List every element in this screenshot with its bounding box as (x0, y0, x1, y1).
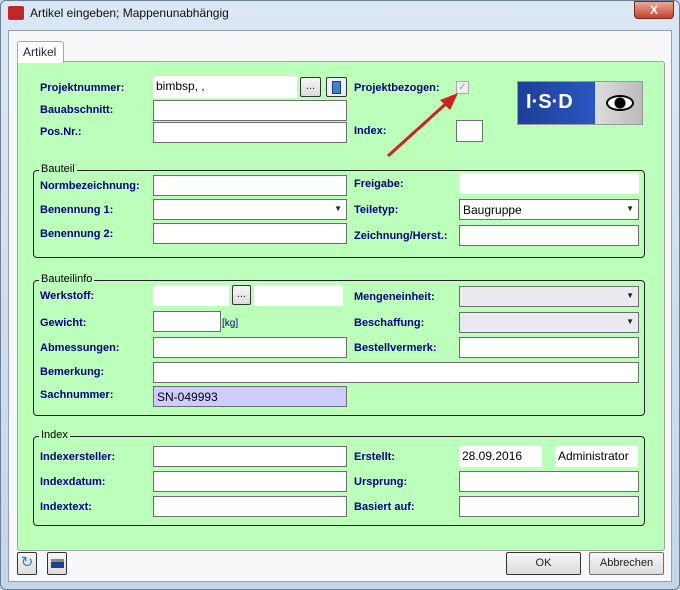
bemerkung-input[interactable] (153, 362, 639, 383)
red-arrow-annotation (386, 93, 458, 158)
erstellt-date: 28.09.2016 (459, 446, 542, 467)
indexersteller-label: Indexersteller: (40, 451, 116, 463)
indextext-input[interactable] (153, 496, 347, 517)
index-title: Index (39, 429, 70, 441)
erstellt-label: Erstellt: (354, 451, 395, 463)
posnr-label: Pos.Nr.: (40, 126, 82, 138)
bauteil-title: Bauteil (39, 163, 77, 175)
tab-artikel[interactable]: Artikel (17, 41, 64, 63)
printer-icon (50, 559, 64, 568)
basiert-input[interactable] (459, 496, 639, 517)
sachnummer-input[interactable]: SN-049993 (153, 386, 347, 407)
projekt-browse-button[interactable]: ... (300, 77, 321, 97)
cancel-button[interactable]: Abbrechen (589, 552, 664, 575)
posnr-input[interactable] (153, 122, 347, 143)
benennung1-combo[interactable] (153, 199, 347, 220)
werkstoff-description[interactable] (254, 285, 343, 306)
bestellvermerk-input[interactable] (459, 337, 639, 358)
beschaffung-label: Beschaffung: (354, 317, 425, 329)
book-icon (332, 81, 341, 94)
refresh-button[interactable]: ↻ (17, 552, 37, 575)
eye-icon (606, 95, 634, 111)
indextext-label: Indextext: (40, 501, 92, 513)
refresh-icon: ↻ (20, 554, 34, 571)
basiert-label: Basiert auf: (354, 501, 415, 513)
indexersteller-input[interactable] (153, 446, 347, 467)
bemerkung-label: Bemerkung: (40, 366, 105, 378)
ok-button[interactable]: OK (506, 552, 581, 575)
ursprung-input[interactable] (459, 471, 639, 492)
window-title: Artikel eingeben; Mappenunabhängig (30, 6, 229, 20)
app-icon (8, 6, 24, 20)
projekt-book-button[interactable] (326, 77, 347, 97)
bauabschnitt-label: Bauabschnitt: (40, 104, 114, 116)
indexdatum-label: Indexdatum: (40, 476, 106, 488)
isd-logo: I·S·D (517, 81, 643, 125)
beschaffung-combo[interactable] (459, 312, 639, 333)
mengeneinheit-label: Mengeneinheit: (354, 291, 435, 303)
sachnummer-label: Sachnummer: (40, 389, 114, 401)
bauteilinfo-title: Bauteilinfo (39, 273, 95, 285)
benennung1-label: Benennung 1: (40, 204, 114, 216)
werkstoff-browse-button[interactable]: ... (232, 285, 251, 305)
logo-text: I·S·D (526, 91, 573, 113)
mengeneinheit-combo[interactable] (459, 286, 639, 307)
freigabe-label: Freigabe: (354, 178, 404, 190)
print-button[interactable] (47, 552, 67, 575)
bauabschnitt-input[interactable] (153, 100, 347, 121)
zeichnung-input[interactable] (459, 225, 639, 246)
projektnummer-label: Projektnummer: (40, 82, 125, 94)
benennung2-input[interactable] (153, 223, 347, 244)
benennung2-label: Benennung 2: (40, 228, 114, 240)
normbezeichnung-input[interactable] (153, 175, 347, 196)
indexdatum-input[interactable] (153, 471, 347, 492)
ursprung-label: Ursprung: (354, 476, 408, 488)
teiletyp-label: Teiletyp: (354, 204, 399, 216)
abmessungen-input[interactable] (153, 337, 347, 358)
erstellt-user: Administrator (555, 446, 638, 467)
werkstoff-label: Werkstoff: (40, 290, 95, 302)
zeichnung-label: Zeichnung/Herst.: (354, 230, 448, 242)
teiletyp-combo[interactable]: Baugruppe (459, 199, 639, 220)
teiletyp-value: Baugruppe (463, 203, 522, 217)
gewicht-unit: [kg] (222, 318, 239, 329)
freigabe-input[interactable] (459, 173, 639, 194)
gewicht-label: Gewicht: (40, 317, 87, 329)
gewicht-input[interactable] (153, 311, 221, 332)
abmessungen-label: Abmessungen: (40, 342, 120, 354)
close-button[interactable]: X (634, 1, 674, 19)
bestellvermerk-label: Bestellvermerk: (354, 342, 437, 354)
werkstoff-input[interactable] (153, 285, 229, 306)
projektnummer-input[interactable]: bimbsp, , (153, 76, 297, 98)
normbezeichnung-label: Normbezeichnung: (40, 180, 140, 192)
